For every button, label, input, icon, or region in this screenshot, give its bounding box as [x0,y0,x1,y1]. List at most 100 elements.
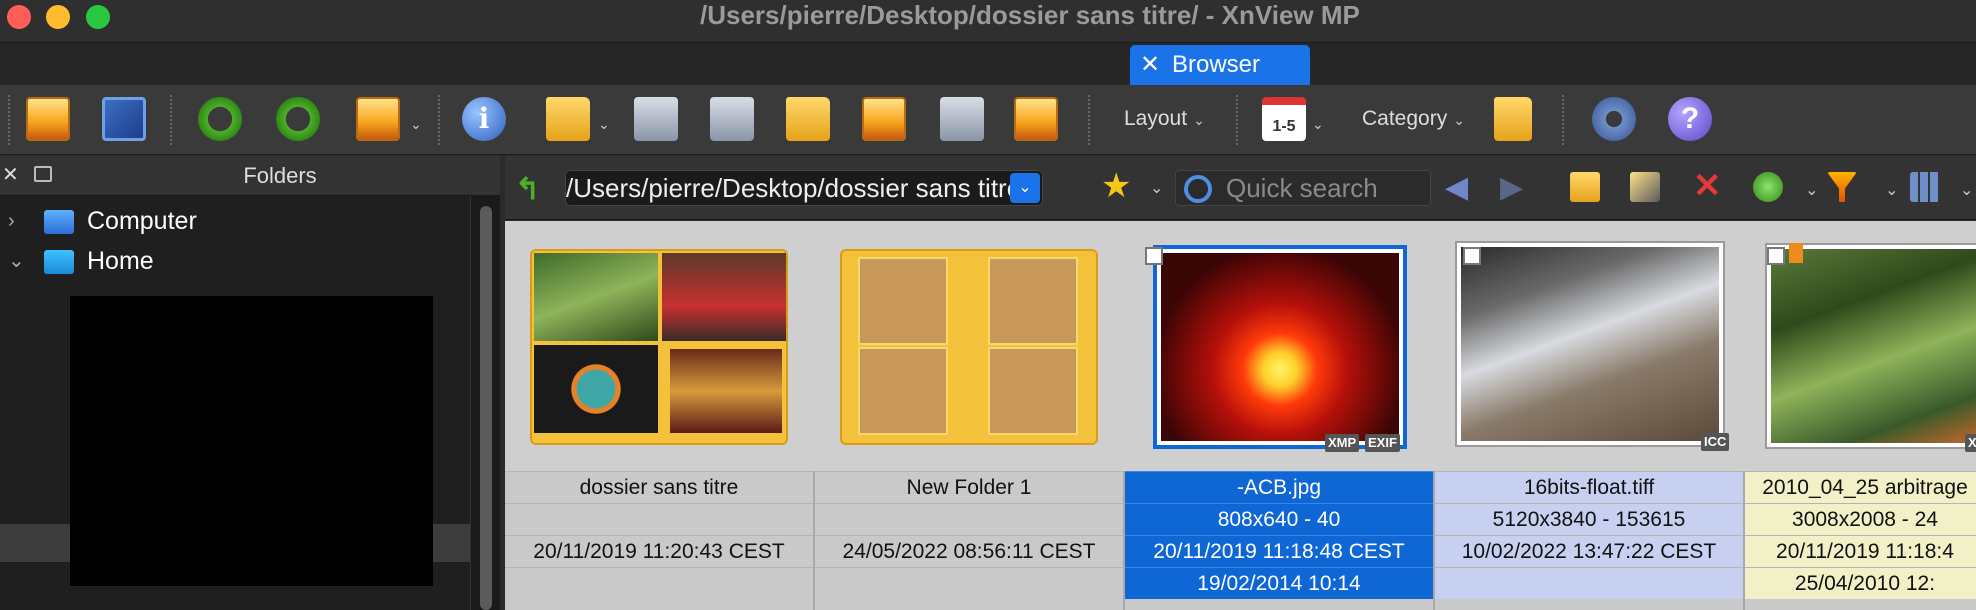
thumbnail-cell[interactable]: dossier sans titre 20/11/2019 11:20:43 C… [505,221,815,610]
rotate-right-icon[interactable] [276,97,320,141]
collage-image [662,253,786,341]
minimize-window-button[interactable] [46,5,70,29]
convert-icon[interactable] [356,97,400,141]
image-thumbnail [1765,243,1976,449]
computer-icon [44,210,74,234]
tree-item-label: Home [87,247,154,275]
toolbar-separator [170,95,172,145]
zoom-window-button[interactable] [86,5,110,29]
path-input-value: /Users/pierre/Desktop/dossier sans titre… [566,173,1029,203]
thumbnail-cell[interactable]: X 2010_04_25 arbitrage 3008x2008 - 24 20… [1745,221,1976,610]
quick-search-placeholder: Quick search [1226,173,1378,203]
sort-dropdown-icon[interactable]: ⌄ [1805,180,1818,200]
new-folder-icon[interactable] [1570,172,1600,202]
sunset-image [1161,253,1399,441]
favorites-icon[interactable]: ★ [1101,166,1131,206]
thumbnail-area: ICC [1435,221,1745,471]
tab-browser-label: Browser [1172,51,1261,78]
toolbar-separator [1088,95,1090,145]
thumbnail-cell[interactable]: New Folder 1 24/05/2022 08:56:11 CEST [815,221,1125,610]
file-modified-date: 24/05/2022 08:56:11 CEST [815,535,1123,567]
title-bar: /Users/pierre/Desktop/dossier sans titre… [0,0,1976,43]
print-icon[interactable] [710,97,754,141]
rating-icon[interactable]: 1-5 [1262,97,1306,141]
forward-arrow-icon[interactable]: ▶ [1500,170,1523,205]
chevron-down-icon[interactable]: ⌄ [8,242,25,280]
close-window-button[interactable] [7,5,31,29]
folder-thumbnail [840,249,1098,445]
toolbar-separator [8,95,10,145]
folders-scrollbar[interactable] [470,196,500,610]
search-icon [1184,175,1212,203]
export-icon[interactable] [546,97,590,141]
batch-convert-icon[interactable] [786,97,830,141]
folders-panel-title: Folders [243,163,317,188]
folders-panel-header: ✕ Folders [0,156,500,196]
select-checkbox[interactable] [1767,247,1785,265]
thumbnail-cell[interactable]: ICC 16bits-float.tiff 5120x3840 - 153615… [1435,221,1745,610]
xmp-badge: X [1965,434,1976,452]
filter-dropdown-icon[interactable]: ⌄ [1885,180,1898,200]
find-icon[interactable] [634,97,678,141]
toolbar-separator [1236,95,1238,145]
window-title: /Users/pierre/Desktop/dossier sans titre… [700,0,1360,30]
image-thumbnail [1153,245,1407,449]
delete-icon[interactable]: ✕ [1693,166,1722,206]
filter-icon[interactable] [1827,172,1857,202]
select-checkbox[interactable] [1463,247,1481,265]
view-mode-dropdown-icon[interactable]: ⌄ [1960,180,1973,200]
file-dimensions: 3008x2008 - 24 [1745,503,1976,535]
file-dimensions: 5120x3840 - 153615 [1435,503,1743,535]
file-dimensions [505,503,813,535]
favorites-dropdown-icon[interactable]: ⌄ [1150,178,1163,198]
file-modified-date: 20/11/2019 11:18:4 [1745,535,1976,567]
capture-icon[interactable] [940,97,984,141]
go-up-icon[interactable]: ↰ [515,172,540,207]
view-icon[interactable] [26,97,70,141]
file-modified-date: 20/11/2019 11:18:48 CEST [1125,535,1433,567]
tab-bar: ✕ Browser [0,43,1976,85]
thumbnail-cell[interactable]: XMP EXIF -ACB.jpg 808x640 - 40 20/11/201… [1125,221,1435,610]
file-modified-date: 20/11/2019 11:20:43 CEST [505,535,813,567]
file-name: dossier sans titre [505,471,813,503]
help-icon[interactable]: ? [1668,97,1712,141]
convert-dropdown-icon[interactable]: ⌄ [404,111,422,135]
icc-badge: ICC [1701,433,1730,451]
quick-search-field[interactable]: Quick search [1175,170,1431,206]
toolbar-separator [438,95,440,145]
layout-menu[interactable]: Layout ⌄ [1124,107,1205,131]
file-name: -ACB.jpg [1125,471,1433,503]
export-dropdown-icon[interactable]: ⌄ [592,111,610,135]
folders-panel: ✕ Folders › Computer ⌄ Home › DropDMG.ap… [0,156,500,610]
tree-item-home[interactable]: ⌄ Home [0,242,470,280]
fullscreen-icon[interactable] [102,97,146,141]
select-checkbox[interactable] [1145,247,1163,265]
file-taken-date: 19/02/2014 10:14 [1125,567,1433,599]
layout-split-icon[interactable] [1494,97,1532,141]
file-name: 2010_04_25 arbitrage [1745,471,1976,503]
compare-icon[interactable] [862,97,906,141]
tree-item-label: Computer [87,207,197,235]
collage-image [534,345,658,433]
back-arrow-icon[interactable]: ◀ [1445,170,1468,205]
properties-icon[interactable]: i [462,97,506,141]
rename-icon[interactable] [1630,172,1660,202]
forest-image [1771,249,1976,443]
path-input[interactable]: /Users/pierre/Desktop/dossier sans titre… [565,170,1043,206]
chevron-right-icon[interactable]: › [8,202,15,240]
view-mode-icon[interactable] [1910,172,1940,202]
rating-dropdown-icon[interactable]: ⌄ [1306,111,1324,135]
folders-scrollbar-thumb[interactable] [480,206,492,610]
main-toolbar: ⌄ i ⌄ Layout ⌄ 1-5 ⌄ Category ⌄ ? [0,85,1976,155]
path-history-dropdown[interactable]: ⌄ [1010,173,1040,203]
thumbnail-area [815,221,1125,471]
slideshow-icon[interactable] [1014,97,1058,141]
tree-item-computer[interactable]: › Computer [0,202,470,240]
tab-browser[interactable]: ✕ Browser [1130,45,1310,85]
porch-image [1461,247,1719,441]
rotate-left-icon[interactable] [198,97,242,141]
sort-icon[interactable] [1753,172,1783,202]
category-menu[interactable]: Category ⌄ [1362,107,1465,131]
settings-icon[interactable] [1592,97,1636,141]
close-tab-icon[interactable]: ✕ [1140,45,1160,85]
